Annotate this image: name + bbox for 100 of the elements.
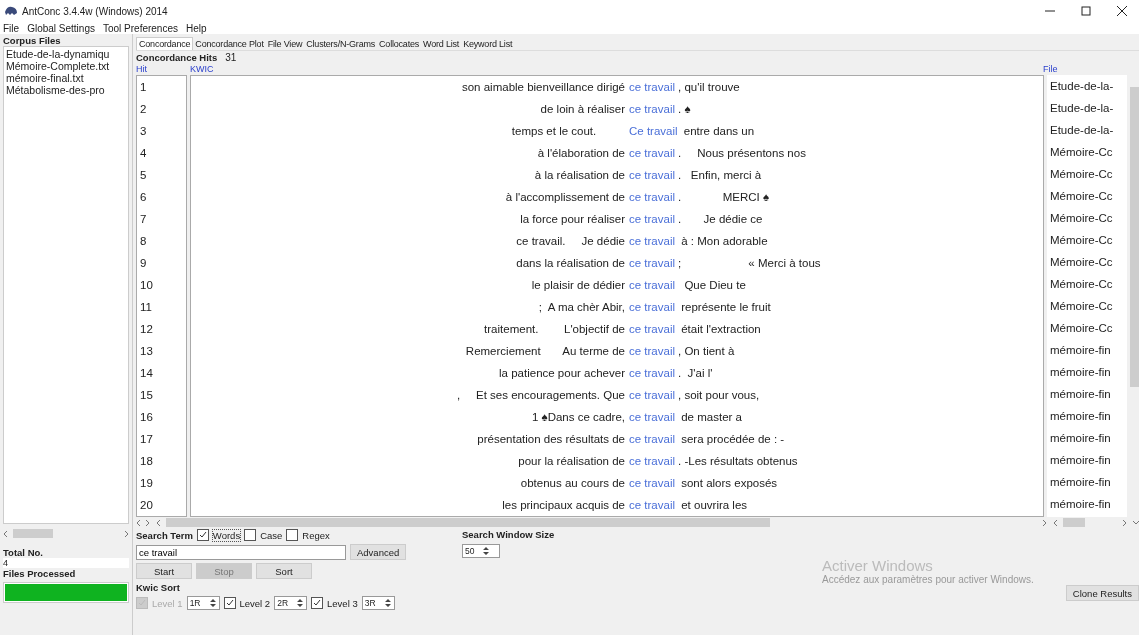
file-name: mémoire-fin bbox=[1049, 431, 1112, 446]
tab[interactable]: Clusters/N-Grams bbox=[304, 38, 378, 50]
right-context: . Nous présentons nos bbox=[678, 146, 806, 161]
checkbox-label[interactable]: Regex bbox=[302, 529, 330, 541]
right-context: de master a bbox=[680, 410, 742, 425]
left-context: dans la réalisation de bbox=[515, 256, 625, 271]
menu-item[interactable]: File bbox=[3, 22, 20, 34]
checkbox[interactable] bbox=[311, 597, 324, 609]
file-name: mémoire-fin bbox=[1049, 453, 1112, 468]
right-context: ; « Merci à tous bbox=[678, 256, 821, 271]
checkbox-label[interactable]: Case bbox=[260, 529, 283, 541]
tab[interactable]: Collocates bbox=[377, 38, 422, 50]
file-name: Etude-de-la- bbox=[1049, 101, 1115, 116]
keyword: ce travail bbox=[629, 366, 676, 381]
action-button[interactable]: Start bbox=[136, 563, 192, 579]
right-context: . ♠ bbox=[678, 102, 691, 117]
right-context: . -Les résultats obtenus bbox=[678, 454, 798, 469]
checkbox[interactable] bbox=[196, 529, 209, 541]
file-name: Mémoire-Cc bbox=[1049, 189, 1114, 204]
left-context: Remerciement Au terme de bbox=[464, 344, 625, 359]
file-name: mémoire-fin bbox=[1049, 409, 1112, 424]
file-item[interactable]: Métabolisme-des-pro bbox=[6, 84, 126, 96]
column-header[interactable]: KWIC bbox=[190, 64, 1043, 74]
column-header[interactable]: Hit bbox=[136, 64, 190, 74]
right-context: , qu'il trouve bbox=[678, 80, 740, 95]
file-name: Mémoire-Cc bbox=[1049, 299, 1114, 314]
left-context: à l'accomplissement de bbox=[504, 190, 625, 205]
hit-number: 1 bbox=[139, 80, 148, 95]
left-context: temps et le cout. bbox=[510, 124, 598, 139]
left-context: de loin à réaliser bbox=[539, 102, 625, 117]
keyword: ce travail bbox=[629, 190, 676, 205]
right-context: était l'extraction bbox=[680, 322, 761, 337]
hit-number: 13 bbox=[139, 344, 154, 359]
left-context: ; A ma chèr Abir, bbox=[537, 300, 625, 315]
panel-title: Corpus Files bbox=[3, 35, 62, 46]
level-spinner[interactable]: 2R bbox=[274, 596, 308, 610]
menu-item[interactable]: Help bbox=[186, 22, 207, 34]
keyword: ce travail bbox=[629, 212, 676, 227]
hit-number: 7 bbox=[139, 212, 148, 227]
keyword: ce travail bbox=[629, 256, 676, 271]
right-context: sera procédée de : - bbox=[680, 432, 785, 447]
window-size-label: Search Window Size bbox=[462, 529, 556, 540]
hit-number: 8 bbox=[139, 234, 148, 249]
tab[interactable]: Keyword List bbox=[461, 38, 515, 50]
left-context: présentation des résultats de bbox=[476, 432, 625, 447]
files-processed-label: Files Processed bbox=[3, 568, 77, 579]
right-context: à : Mon adorable bbox=[680, 234, 768, 249]
hit-number: 14 bbox=[139, 366, 154, 381]
checkbox-label[interactable]: Words bbox=[212, 529, 241, 541]
left-context: les principaux acquis de bbox=[501, 498, 625, 513]
checkbox[interactable] bbox=[286, 529, 299, 541]
menu-item[interactable]: Global Settings bbox=[27, 22, 95, 34]
close-icon[interactable] bbox=[1117, 6, 1127, 16]
hit-number: 12 bbox=[139, 322, 154, 337]
file-item[interactable]: mémoire-final.txt bbox=[6, 72, 126, 84]
file-name: Mémoire-Cc bbox=[1049, 211, 1114, 226]
menu-item[interactable]: Tool Preferences bbox=[102, 22, 178, 34]
left-context: ce travail. Je dédie bbox=[515, 234, 625, 249]
hit-number: 16 bbox=[139, 410, 154, 425]
right-context: entre dans un bbox=[682, 124, 755, 139]
hits-count: 31 bbox=[225, 51, 237, 63]
keyword: ce travail bbox=[629, 454, 676, 469]
keyword: ce travail bbox=[629, 322, 676, 337]
tab[interactable]: File View bbox=[265, 38, 305, 50]
column-header[interactable]: File bbox=[1043, 64, 1123, 74]
window-size-spinner[interactable]: 50 bbox=[462, 544, 500, 558]
keyword: ce travail bbox=[629, 498, 676, 513]
search-field[interactable]: ce travail bbox=[136, 544, 346, 560]
keyword: ce travail bbox=[629, 80, 676, 95]
left-context: traitement. L'objectif de bbox=[483, 322, 625, 337]
keyword: ce travail bbox=[629, 278, 676, 293]
left-context: à l'élaboration de bbox=[536, 146, 625, 161]
maximize-icon[interactable] bbox=[1081, 6, 1091, 16]
check-icon bbox=[224, 598, 235, 608]
level-label: Level 3 bbox=[327, 597, 358, 609]
action-button[interactable]: Sort bbox=[256, 563, 312, 579]
left-context: la force pour réaliser bbox=[519, 212, 625, 227]
level-spinner[interactable]: 3R bbox=[361, 596, 395, 610]
keyword: ce travail bbox=[629, 168, 676, 183]
level-label: Level 2 bbox=[239, 597, 271, 609]
file-name: mémoire-fin bbox=[1049, 387, 1112, 402]
clone-results-button[interactable]: Clone Results bbox=[1065, 585, 1139, 601]
file-name: Mémoire-Cc bbox=[1049, 321, 1114, 336]
right-context: . J'ai l' bbox=[678, 366, 713, 381]
tab[interactable]: Concordance bbox=[136, 37, 194, 50]
checkbox[interactable] bbox=[223, 597, 236, 609]
file-item[interactable]: Etude-de-la-dynamiqu bbox=[6, 48, 126, 60]
right-context: , soit pour vous, bbox=[678, 388, 760, 403]
tab[interactable]: Word List bbox=[421, 38, 462, 50]
advanced-button[interactable]: Advanced bbox=[350, 544, 407, 560]
file-name: mémoire-fin bbox=[1049, 365, 1112, 380]
left-context: à la réalisation de bbox=[533, 168, 625, 183]
tab[interactable]: Concordance Plot bbox=[193, 38, 266, 50]
keyword: ce travail bbox=[629, 300, 676, 315]
keyword: ce travail bbox=[629, 476, 676, 491]
checkbox[interactable] bbox=[244, 529, 257, 541]
file-name: Mémoire-Cc bbox=[1049, 233, 1114, 248]
file-item[interactable]: Mémoire-Complete.txt bbox=[6, 60, 126, 72]
horizontal-scrollbar[interactable] bbox=[1043, 517, 1139, 528]
keyword: ce travail bbox=[629, 432, 676, 447]
